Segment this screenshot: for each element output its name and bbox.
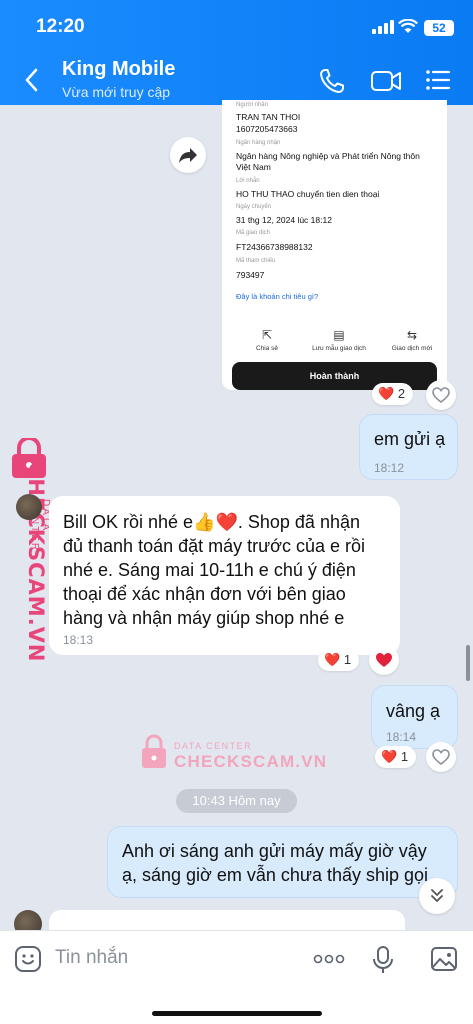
recipient-account: 1607205473663 [236, 124, 298, 134]
bank-name-line2: Việt Nam [236, 162, 271, 172]
message-time: 18:14 [386, 730, 417, 744]
lock-icon [142, 734, 166, 768]
receipt-share-action: ⇱ Chia sẻ [232, 328, 302, 352]
message-bubble-received[interactable]: Bill OK rồi nhé e👍❤️. Shop đã nhận đủ th… [49, 496, 400, 655]
message-line-5: hàng và nhận máy giúp shop nhé e [63, 608, 345, 628]
sender-avatar[interactable] [16, 494, 42, 520]
message-line-2: đủ thanh toán đặt máy trước của e rồi [63, 536, 366, 556]
menu-list-icon[interactable] [425, 68, 451, 92]
expense-link: Đây là khoản chi tiêu gì? [236, 292, 319, 301]
receipt-image[interactable]: Người nhận TRAN TAN THOI 1607205473663 N… [222, 100, 447, 390]
scrollbar-thumb[interactable] [466, 645, 470, 681]
message-label: Lời nhắn [236, 178, 260, 184]
video-call-icon[interactable] [370, 68, 402, 94]
message-input[interactable]: Tin nhắn [55, 947, 128, 969]
date-separator: 10:43 Hôm nay [176, 789, 297, 813]
scroll-to-bottom-button[interactable] [419, 878, 455, 914]
composer-bar: Tin nhắn [0, 930, 473, 1024]
chat-header: 12:20 52 King Mobile Vừa mới truy cập [0, 0, 473, 105]
txid-label: Mã giao dịch [236, 230, 271, 236]
bank-name-line1: Ngân hàng Nông nghiệp và Phát triển Nông… [236, 151, 420, 161]
receipt-save-template-action: ▤ Lưu mẫu giao dịch [304, 328, 374, 352]
transaction-id: FT24366738988132 [236, 242, 313, 252]
checkscam-watermark-side: CHECKSCAM.VN DATA CENTER [2, 438, 54, 663]
message-line-1: Bill OK rồi nhé e👍❤️. Shop đã nhận [63, 512, 360, 532]
reaction-count-msg2[interactable]: ❤️ 1 [318, 649, 360, 671]
date-label: Ngày chuyển [236, 204, 272, 210]
heart-outline-icon [432, 749, 450, 766]
transfer-message: HO THU THAO chuyển tien dien thoại [236, 189, 380, 199]
wifi-icon [398, 19, 418, 33]
bank-label: Ngân hàng nhận [236, 140, 281, 146]
contact-status: Vừa mới truy cập [62, 84, 171, 100]
heart-outline-icon [432, 387, 450, 404]
react-button-msg2[interactable] [369, 645, 399, 675]
status-time: 12:20 [36, 16, 85, 37]
heart-filled-icon [376, 653, 392, 667]
share-out-icon: ⇱ [261, 328, 273, 342]
more-options-icon[interactable] [313, 953, 345, 965]
message-bubble-sent[interactable]: em gửi ạ 18:12 [359, 414, 458, 480]
checkscam-watermark-center: DATA CENTER CHECKSCAM.VN [140, 734, 326, 774]
image-gallery-icon[interactable] [430, 945, 458, 973]
home-indicator [152, 1011, 322, 1016]
ref-label: Mã tham chiếu [236, 258, 276, 264]
message-line-2: ạ, sáng giờ em vẫn chưa thấy ship gọi [122, 865, 429, 885]
message-bubble-sent[interactable]: vâng ạ 18:14 [371, 685, 458, 749]
message-time: 18:13 [63, 633, 94, 647]
message-bubble-sent[interactable]: Anh ơi sáng anh gửi máy mấy giờ vậy ạ, s… [107, 826, 458, 898]
forward-button[interactable] [170, 137, 206, 173]
message-line-1: Anh ơi sáng anh gửi máy mấy giờ vậy [122, 841, 427, 861]
double-chevron-down-icon [431, 889, 443, 902]
message-line-3: nhé e. Sáng mai 10-11h e chú ý điện [63, 560, 356, 580]
forward-arrow-icon [179, 148, 197, 163]
watermark-sub: DATA CENTER [174, 741, 253, 751]
signal-icon [372, 20, 394, 34]
receipt-new-transaction-action: ⇆ Giao dịch mới [377, 328, 447, 352]
watermark-brand: CHECKSCAM.VN [174, 752, 328, 771]
message-bubble-partial[interactable] [49, 910, 405, 932]
battery-indicator: 52 [424, 20, 454, 36]
message-text: em gửi ạ [374, 429, 446, 449]
reaction-count-receipt[interactable]: ❤️ 2 [372, 383, 414, 405]
recipient-label: Người nhận [236, 102, 268, 108]
microphone-icon[interactable] [372, 945, 394, 975]
document-icon: ▤ [333, 328, 345, 342]
react-button-receipt[interactable] [426, 380, 456, 410]
back-arrow-icon[interactable] [22, 66, 42, 94]
contact-name[interactable]: King Mobile [62, 58, 175, 81]
transfer-arrows-icon: ⇆ [406, 328, 418, 342]
reaction-count-msg3[interactable]: ❤️ 1 [375, 746, 417, 768]
message-text: vâng ạ [386, 701, 441, 721]
message-line-4: thoại để xác nhận đơn với bên giao [63, 584, 346, 604]
emoji-sticker-icon[interactable] [14, 945, 42, 973]
reference-code: 793497 [236, 270, 265, 280]
status-bar: 12:20 52 [0, 14, 473, 44]
phone-call-icon[interactable] [319, 68, 345, 94]
react-button-msg3[interactable] [426, 742, 456, 772]
transfer-date: 31 thg 12, 2024 lúc 18:12 [236, 215, 332, 225]
recipient-name: TRAN TAN THOI [236, 112, 301, 122]
message-time: 18:12 [374, 461, 405, 475]
